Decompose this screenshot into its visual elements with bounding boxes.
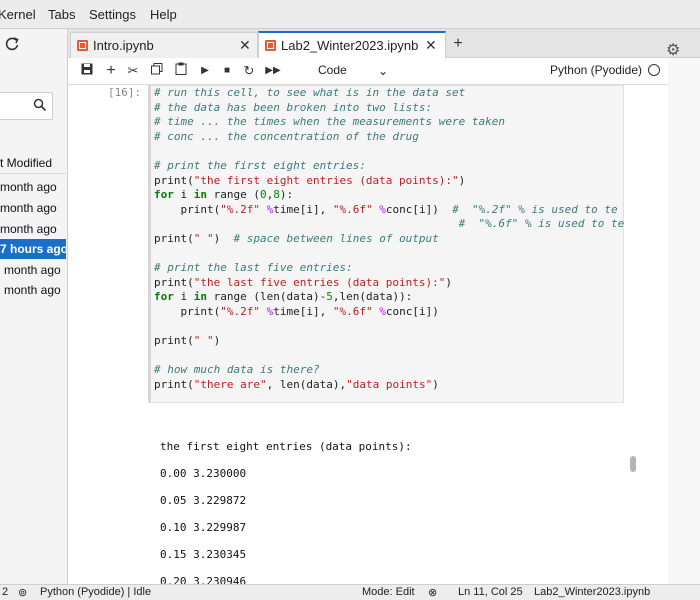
notebook-icon <box>77 40 88 51</box>
output-line: 0.10 3.229987 <box>160 521 247 534</box>
search-icon <box>33 98 47 112</box>
code-line: # conc ... the concentration of the drug <box>154 129 419 143</box>
menu-tabs[interactable]: Tabs <box>48 7 75 22</box>
cell-type-value: Code <box>318 63 347 77</box>
status-bar: 2 ⊚ Python (Pyodide) | Idle Mode: Edit ⊗… <box>0 584 700 600</box>
paste-icon[interactable] <box>172 62 190 80</box>
code-line: print("the last five entries (data point… <box>154 275 453 289</box>
output-line: the first eight entries (data points): <box>160 440 412 453</box>
kernel-idle-icon <box>648 64 660 76</box>
kernel-status[interactable]: Python (Pyodide) <box>550 63 660 77</box>
file-search-input[interactable] <box>0 92 53 120</box>
file-browser: t Modified month ago month ago month ago… <box>0 29 68 584</box>
notebook-icon <box>265 40 276 51</box>
new-tab-button[interactable]: + <box>448 34 468 54</box>
stop-icon[interactable]: ■ <box>218 62 236 80</box>
status-mode: Mode: Edit <box>362 586 415 598</box>
gear-icon[interactable]: ⚙ <box>666 40 686 60</box>
status-position[interactable]: Ln 11, Col 25 <box>458 586 523 598</box>
file-modified[interactable]: month ago <box>0 260 70 280</box>
status-filename: Lab2_Winter2023.ipynb <box>534 586 651 598</box>
code-line: print("the first eight entries (data poi… <box>154 173 466 187</box>
kernel-name: Python (Pyodide) <box>549 63 642 77</box>
output-line: 0.20 3.230946 <box>160 575 247 584</box>
restart-icon[interactable]: ↻ <box>240 62 258 80</box>
menu-settings[interactable]: Settings <box>89 7 136 22</box>
close-icon[interactable]: ✕ <box>425 37 437 54</box>
menu-bar: Kernel Tabs Settings Help <box>0 0 700 29</box>
kernel-status-icon: ⊚ <box>18 587 28 599</box>
close-icon[interactable]: ✕ <box>239 37 251 54</box>
output-line: 0.05 3.229872 <box>160 494 247 507</box>
notebook-toolbar: + ✂ ▶ ■ ↻ ▶▶ Code ⌄ Python (Pyodide) <box>68 58 668 85</box>
code-editor[interactable]: # run this cell, to see what is in the d… <box>154 86 624 392</box>
notification-icon[interactable]: ⊗ <box>428 586 437 599</box>
last-modified-header[interactable]: t Modified <box>0 156 52 170</box>
status-kernel[interactable]: Python (Pyodide) | Idle <box>40 586 151 598</box>
cut-icon[interactable]: ✂ <box>124 62 142 80</box>
code-line: print("%.2f" %time[i], "%.6f" %conc[i]) … <box>154 202 618 216</box>
code-line: for i in range (len(data)-5,len(data)): <box>154 290 413 304</box>
notebook-panel: [16]: # run this cell, to see what is in… <box>68 85 668 584</box>
code-cell[interactable]: # run this cell, to see what is in the d… <box>148 85 624 403</box>
save-icon[interactable] <box>78 62 96 80</box>
file-modified-selected[interactable]: 7 hours ago <box>0 239 66 259</box>
refresh-icon[interactable] <box>3 35 21 53</box>
code-line: # time ... the times when the measuremen… <box>154 115 505 129</box>
file-modified[interactable]: month ago <box>0 198 66 218</box>
code-line: print("%.2f" %time[i], "%.6f" %conc[i]) <box>154 304 439 318</box>
cell-output: the first eight entries (data points): 0… <box>160 433 412 584</box>
tab-label: Lab2_Winter2023.ipynb <box>281 38 419 53</box>
copy-icon[interactable] <box>148 62 166 80</box>
code-line: for i in range (0,8): <box>154 188 294 202</box>
file-modified[interactable]: month ago <box>0 219 66 239</box>
header-divider <box>0 173 66 174</box>
tab-bar: Intro.ipynb ✕ Lab2_Winter2023.ipynb ✕ + <box>68 29 700 58</box>
code-line: print(" ") <box>154 334 221 348</box>
code-line: # the data has been broken into two list… <box>154 100 433 114</box>
cell-type-select[interactable]: Code ⌄ <box>318 63 388 78</box>
menu-kernel[interactable]: Kernel <box>0 7 36 22</box>
code-line: # print the first eight entries: <box>154 158 366 172</box>
code-line: print(" ") # space between lines of outp… <box>154 231 439 245</box>
tab-intro[interactable]: Intro.ipynb ✕ <box>70 32 258 58</box>
cell-prompt: [16]: <box>108 86 142 99</box>
fast-forward-icon[interactable]: ▶▶ <box>264 62 282 80</box>
code-line: # "%.6f" % is used to te <box>458 217 625 231</box>
tab-label: Intro.ipynb <box>93 38 154 53</box>
run-icon[interactable]: ▶ <box>196 62 214 80</box>
status-count: 2 <box>2 586 9 598</box>
tab-lab2[interactable]: Lab2_Winter2023.ipynb ✕ <box>258 31 446 58</box>
code-line: # run this cell, to see what is in the d… <box>154 86 466 99</box>
code-line: # how much data is there? <box>154 363 320 377</box>
chevron-down-icon: ⌄ <box>378 64 389 78</box>
code-line: # print the last five entries: <box>154 261 353 275</box>
menu-help[interactable]: Help <box>150 7 177 22</box>
code-line: print("there are", len(data),"data point… <box>154 377 439 391</box>
main-area: Intro.ipynb ✕ Lab2_Winter2023.ipynb ✕ + … <box>68 29 700 584</box>
file-modified[interactable]: month ago <box>0 280 70 300</box>
scrollbar-thumb[interactable] <box>630 456 636 472</box>
output-line: 0.15 3.230345 <box>160 548 247 561</box>
output-line: 0.00 3.230000 <box>160 467 247 480</box>
file-modified[interactable]: month ago <box>0 177 66 197</box>
add-cell-icon[interactable]: + <box>102 62 120 80</box>
